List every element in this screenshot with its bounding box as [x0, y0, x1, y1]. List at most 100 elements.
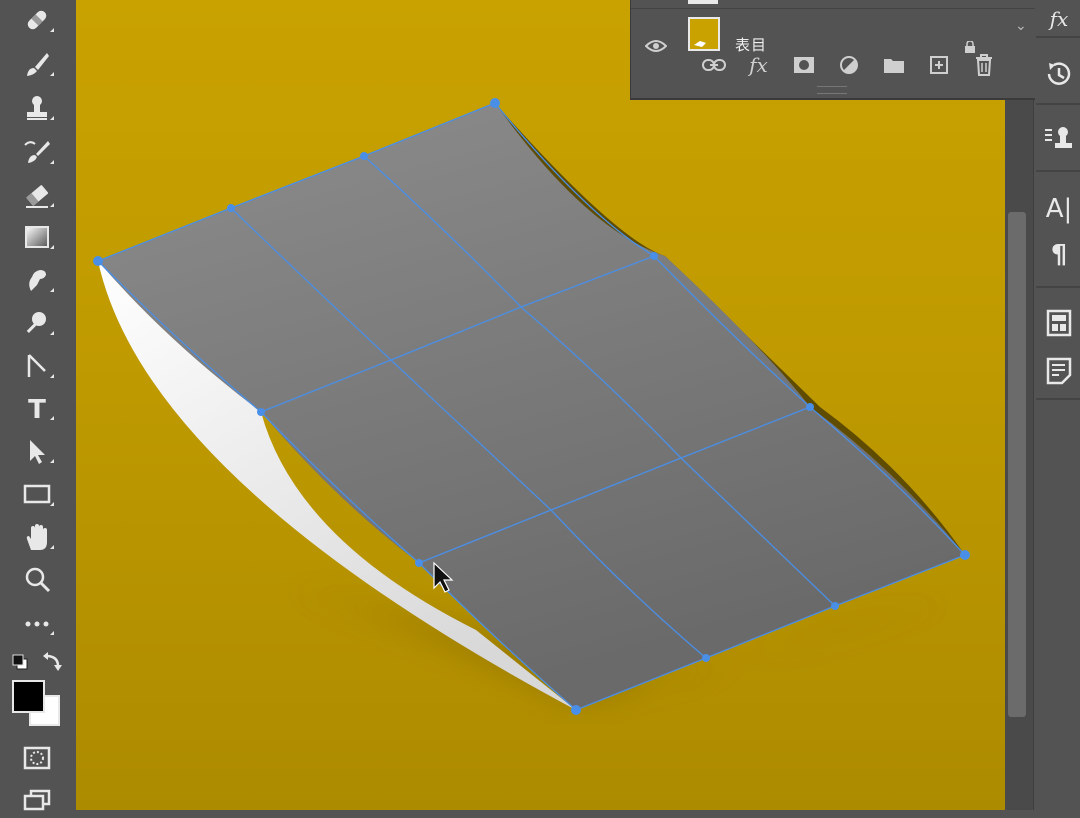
styles-panel-button[interactable]: fx	[1038, 0, 1080, 38]
previous-layer-thumbnail	[688, 0, 718, 4]
foreground-color-swatch[interactable]	[12, 680, 45, 713]
notes-icon	[1046, 357, 1072, 385]
hand-tool[interactable]	[14, 519, 60, 555]
panel-separator	[1036, 36, 1080, 38]
stamp-icon	[27, 96, 47, 120]
panel-separator	[1036, 398, 1080, 400]
fx-icon: fx	[749, 53, 768, 77]
link-layers-button[interactable]	[691, 50, 736, 80]
submenu-indicator-icon	[50, 28, 54, 32]
paragraph-panel-button[interactable]: ¶	[1038, 236, 1080, 274]
default-colors-icon	[12, 654, 28, 670]
notes-panel-button[interactable]	[1038, 352, 1080, 390]
clone-source-panel-button[interactable]	[1038, 120, 1080, 158]
edit-toolbar-button[interactable]	[14, 605, 60, 641]
brush-icon	[27, 53, 49, 76]
quick-mask-button[interactable]	[14, 740, 60, 776]
layer-row[interactable]: 表目	[631, 8, 1035, 54]
submenu-indicator-icon	[50, 545, 54, 549]
history-icon	[1047, 62, 1071, 85]
link-icon	[701, 59, 726, 71]
document-canvas[interactable]	[76, 0, 1005, 810]
new-layer-icon	[929, 56, 948, 74]
swap-colors-button[interactable]	[42, 652, 64, 672]
mask-icon	[793, 57, 814, 73]
rectangle-tool[interactable]	[14, 476, 60, 512]
gradient-icon	[25, 226, 49, 248]
submenu-indicator-icon	[50, 416, 54, 420]
magnifier-icon	[25, 567, 51, 593]
dodge-icon	[26, 312, 46, 333]
character-icon: A|	[1045, 194, 1073, 224]
brush-tool[interactable]	[14, 46, 60, 82]
layers-panel-footer: fx	[691, 50, 1006, 80]
type-tool-glyph: T	[28, 395, 46, 423]
submenu-indicator-icon	[50, 160, 54, 164]
hand-icon	[26, 524, 47, 550]
submenu-indicator-icon	[50, 288, 54, 292]
history-panel-button[interactable]	[1038, 55, 1080, 93]
bandage-icon	[27, 10, 47, 30]
eye-visibility-icon[interactable]	[645, 39, 667, 53]
add-mask-button[interactable]	[781, 50, 826, 80]
pen-tool[interactable]	[14, 348, 60, 384]
submenu-indicator-icon	[50, 374, 54, 378]
new-group-button[interactable]	[871, 50, 916, 80]
adjustment-layer-button[interactable]	[826, 50, 871, 80]
smudge-tool[interactable]	[14, 262, 60, 298]
eraser-icon	[26, 185, 49, 208]
path-selection-tool[interactable]	[14, 433, 60, 469]
delete-layer-button[interactable]	[961, 50, 1006, 80]
paragraph-icon: ¶	[1050, 240, 1068, 270]
layer-thumbnail[interactable]	[688, 17, 720, 51]
type-tool[interactable]: T	[14, 390, 60, 426]
default-colors-button[interactable]	[11, 653, 29, 671]
submenu-indicator-icon	[50, 459, 54, 463]
smudge-icon	[29, 270, 46, 291]
rectangle-icon	[23, 484, 51, 504]
trash-icon	[975, 54, 992, 76]
submenu-indicator-icon	[50, 245, 54, 249]
folder-icon	[883, 59, 904, 73]
fx-icon: fx	[1049, 7, 1069, 31]
type-icon: T	[28, 395, 46, 423]
submenu-indicator-icon	[50, 203, 54, 207]
spot-healing-brush-tool[interactable]	[14, 2, 60, 38]
quick-mask-icon	[23, 746, 51, 770]
submenu-indicator-icon	[50, 331, 54, 335]
layers-panel: 表目 ⌄ fx	[630, 0, 1035, 100]
arrow-icon	[30, 440, 45, 464]
add-layer-style-button[interactable]: fx	[736, 50, 781, 80]
submenu-indicator-icon	[50, 502, 54, 506]
pen-icon	[27, 354, 46, 377]
ellipsis-icon	[25, 621, 49, 627]
gradient-tool[interactable]	[14, 219, 60, 255]
panel-resize-grip[interactable]	[817, 86, 847, 94]
submenu-indicator-icon	[50, 631, 54, 635]
screen-mode-icon	[23, 789, 51, 811]
dodge-tool[interactable]	[14, 305, 60, 341]
swap-arrow-icon	[43, 652, 62, 671]
submenu-indicator-icon	[50, 116, 54, 120]
adjustment-icon	[839, 56, 858, 74]
panel-separator	[1036, 103, 1080, 105]
panel-separator	[1036, 170, 1080, 172]
chevron-down-icon[interactable]: ⌄	[1015, 18, 1027, 34]
scrollbar-thumb[interactable]	[1008, 212, 1026, 717]
tools-panel: T	[0, 0, 77, 811]
new-layer-button[interactable]	[916, 50, 961, 80]
panel-separator	[1036, 286, 1080, 288]
warp-artwork	[93, 98, 970, 715]
properties-icon	[1046, 309, 1072, 337]
zoom-tool[interactable]	[14, 562, 60, 598]
eraser-tool[interactable]	[14, 177, 60, 213]
clone-stamp-tool[interactable]	[14, 90, 60, 126]
previous-layer-row-edge	[631, 0, 1011, 9]
properties-panel-button[interactable]	[1038, 304, 1080, 342]
screen-mode-button[interactable]	[14, 782, 60, 818]
history-brush-tool[interactable]	[14, 134, 60, 170]
submenu-indicator-icon	[50, 72, 54, 76]
character-panel-button[interactable]: A|	[1038, 190, 1080, 228]
layer-thumbnail-art	[694, 41, 706, 47]
history-brush-icon	[24, 141, 50, 163]
